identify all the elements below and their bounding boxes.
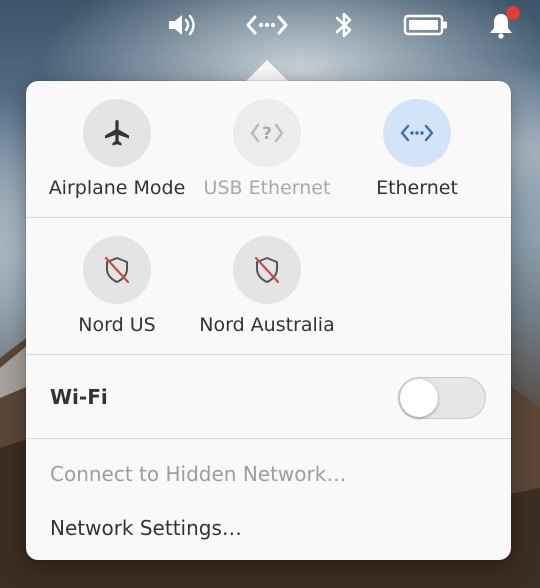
vpn-nord-australia-toggle[interactable]: Nord Australia [192,236,342,336]
vpn-shield-off-icon [104,256,130,284]
wifi-switch-knob[interactable] [400,379,438,417]
volume-icon[interactable] [164,9,204,41]
vpn-tiles: Nord US Nord Australia [26,218,511,354]
usb-ethernet-label: USB Ethernet [203,177,331,199]
airplane-mode-toggle[interactable]: Airplane Mode [42,99,192,199]
usb-ethernet-button[interactable]: ? [233,99,301,167]
vpn-nord-us-button[interactable] [83,236,151,304]
vpn-nord-australia-label: Nord Australia [199,314,335,336]
network-settings-item[interactable]: Network Settings… [50,516,242,540]
desktop-wallpaper: Airplane Mode ? USB Ethernet Ethernet No… [0,0,540,588]
separator [26,354,511,355]
usb-ethernet-unknown-icon: ? [250,123,284,144]
ethernet-icon [400,124,434,142]
ethernet-toggle[interactable]: Ethernet [342,99,492,199]
wifi-switch[interactable] [398,377,486,419]
usb-ethernet-toggle[interactable]: ? USB Ethernet [192,99,342,199]
ethernet-button[interactable] [383,99,451,167]
airplane-icon [105,120,129,146]
network-icon[interactable] [244,9,290,41]
vpn-nord-us-toggle[interactable]: Nord US [42,236,192,336]
notifications-icon[interactable] [484,6,520,41]
airplane-mode-label: Airplane Mode [48,177,186,199]
notification-badge [506,6,520,20]
top-panel [0,0,540,50]
vpn-nord-australia-button[interactable] [233,236,301,304]
wifi-label: Wi-Fi [50,385,108,409]
battery-icon[interactable] [402,9,450,41]
connect-hidden-network-item[interactable]: Connect to Hidden Network… [50,462,346,486]
connection-tiles: Airplane Mode ? USB Ethernet Ethernet [26,81,511,217]
vpn-nord-us-label: Nord US [78,314,156,336]
ethernet-label: Ethernet [376,177,458,199]
network-popover: Airplane Mode ? USB Ethernet Ethernet No… [26,81,511,560]
vpn-shield-off-icon [254,256,280,284]
svg-text:?: ? [262,124,272,144]
separator [26,438,511,439]
bluetooth-icon[interactable] [330,9,358,41]
airplane-mode-button[interactable] [83,99,151,167]
popover-pointer [245,60,289,82]
